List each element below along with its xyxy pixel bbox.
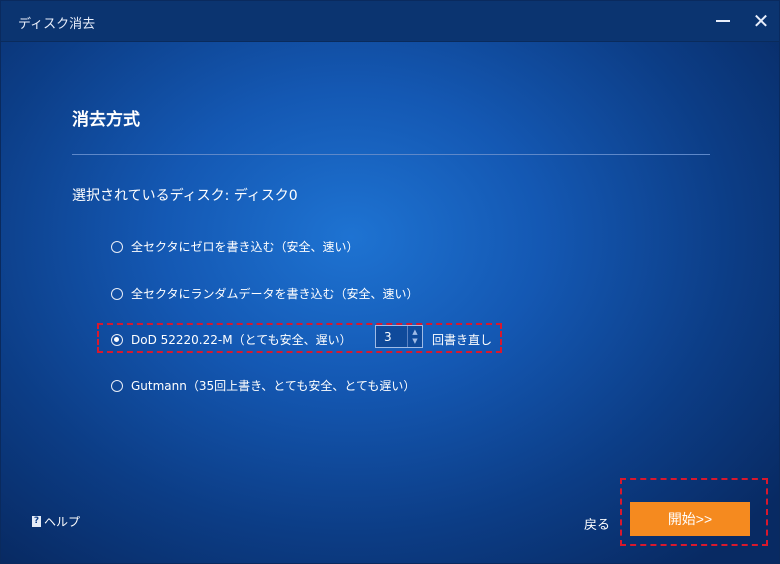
back-button[interactable]: 戻る <box>584 514 610 533</box>
divider <box>72 154 710 155</box>
minimize-icon <box>716 20 730 22</box>
option-label: 全セクタにランダムデータを書き込む（安全、速い） <box>131 287 419 301</box>
window-title: ディスク消去 <box>18 17 96 32</box>
close-button[interactable]: ✕ <box>749 9 773 33</box>
highlight-dod-option <box>97 323 502 353</box>
option-random-fill[interactable]: 全セクタにランダムデータを書き込む（安全、速い） <box>111 285 419 302</box>
help-label: ヘルプ <box>44 515 81 529</box>
help-icon: ? <box>32 516 41 527</box>
minimize-button[interactable] <box>711 9 735 33</box>
radio-zero-fill[interactable] <box>111 240 123 253</box>
option-zero-fill[interactable]: 全セクタにゼロを書き込む（安全、速い） <box>111 238 359 255</box>
option-label: 全セクタにゼロを書き込む（安全、速い） <box>131 240 359 254</box>
option-gutmann[interactable]: Gutmann（35回上書き、とても安全、とても遅い） <box>111 377 415 394</box>
radio-random-fill[interactable] <box>111 287 123 300</box>
selected-disk-label: 選択されているディスク: ディスク0 <box>72 188 298 204</box>
page-title: 消去方式 <box>72 110 140 130</box>
help-link[interactable]: ? ヘルプ <box>32 513 80 530</box>
disk-wipe-window: ディスク消去 ✕ 消去方式 選択されているディスク: ディスク0 全セクタにゼロ… <box>0 0 780 564</box>
close-icon: ✕ <box>752 9 770 33</box>
radio-gutmann[interactable] <box>111 379 123 392</box>
option-label: Gutmann（35回上書き、とても安全、とても遅い） <box>131 379 416 393</box>
title-bar: ディスク消去 ✕ <box>1 1 779 42</box>
start-button[interactable]: 開始>> <box>630 502 750 536</box>
